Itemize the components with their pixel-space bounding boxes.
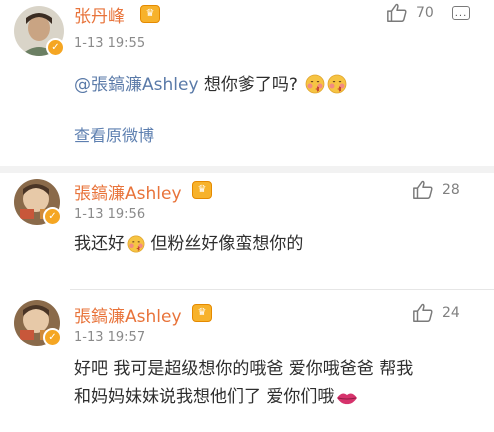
post-content: @張鎬濂Ashley 想你爹了吗? — [74, 72, 347, 103]
reply-text: 我还好 — [74, 234, 125, 254]
kissing-face-emoji — [127, 235, 145, 262]
reply-author-name[interactable]: 張鎬濂Ashley — [74, 179, 182, 204]
reply-content: 我还好 但粉丝好像蛮想你的 — [74, 231, 303, 262]
reply-content-line-2: 和妈妈妹妹说我想他们了 爱你们哦 — [74, 384, 358, 415]
kissing-face-emoji — [327, 74, 347, 103]
reply-item: ✓ 張鎬濂Ashley ♛ 1-13 19:57 24 好吧 我可是超级想你的哦… — [0, 290, 494, 432]
reply-time: 1-13 19:56 — [74, 207, 146, 222]
section-separator — [0, 166, 494, 173]
more-icon[interactable]: ... — [452, 6, 470, 20]
reply-item: ✓ 張鎬濂Ashley ♛ 1-13 19:56 28 我还好 但粉丝好像蛮想你… — [0, 173, 494, 290]
post-text: 想你爹了吗? — [198, 75, 298, 95]
post-like-button[interactable]: 70 — [386, 2, 434, 24]
post-time: 1-13 19:55 — [74, 36, 146, 51]
post-author-name[interactable]: 张丹峰 — [74, 2, 125, 27]
thumbs-up-icon — [413, 180, 433, 199]
thumbs-up-icon — [413, 303, 433, 322]
kissing-face-emoji — [305, 74, 325, 103]
reply-content-line-1: 好吧 我可是超级想你的哦爸 爱你哦爸爸 帮我 — [74, 359, 414, 379]
reply-like-button[interactable]: 28 — [412, 179, 460, 201]
view-original-link[interactable]: 查看原微博 — [74, 122, 154, 146]
reply-like-count: 24 — [442, 305, 460, 321]
vip-badge-icon: ♛ — [140, 5, 160, 23]
reply-like-count: 28 — [442, 182, 460, 198]
verified-badge-icon: ✓ — [46, 38, 65, 57]
lips-emoji — [336, 388, 358, 415]
reply-text: 但粉丝好像蛮想你的 — [145, 234, 304, 254]
vip-badge-icon: ♛ — [192, 304, 212, 322]
mention-link[interactable]: @張鎬濂Ashley — [74, 75, 199, 95]
reply-time: 1-13 19:57 — [74, 330, 146, 345]
original-post: ✓ 张丹峰 ♛ 1-13 19:55 70 ... @張鎬濂Ashley 想你爹… — [0, 0, 494, 166]
reply-like-button[interactable]: 24 — [412, 302, 460, 324]
vip-badge-icon: ♛ — [192, 181, 212, 199]
reply-text: 和妈妈妹妹说我想他们了 爱你们哦 — [74, 387, 335, 407]
thumbs-up-icon — [387, 3, 407, 22]
verified-badge-icon: ✓ — [43, 207, 62, 226]
reply-author-name[interactable]: 張鎬濂Ashley — [74, 302, 182, 327]
verified-badge-icon: ✓ — [43, 328, 62, 347]
post-like-count: 70 — [416, 5, 434, 21]
